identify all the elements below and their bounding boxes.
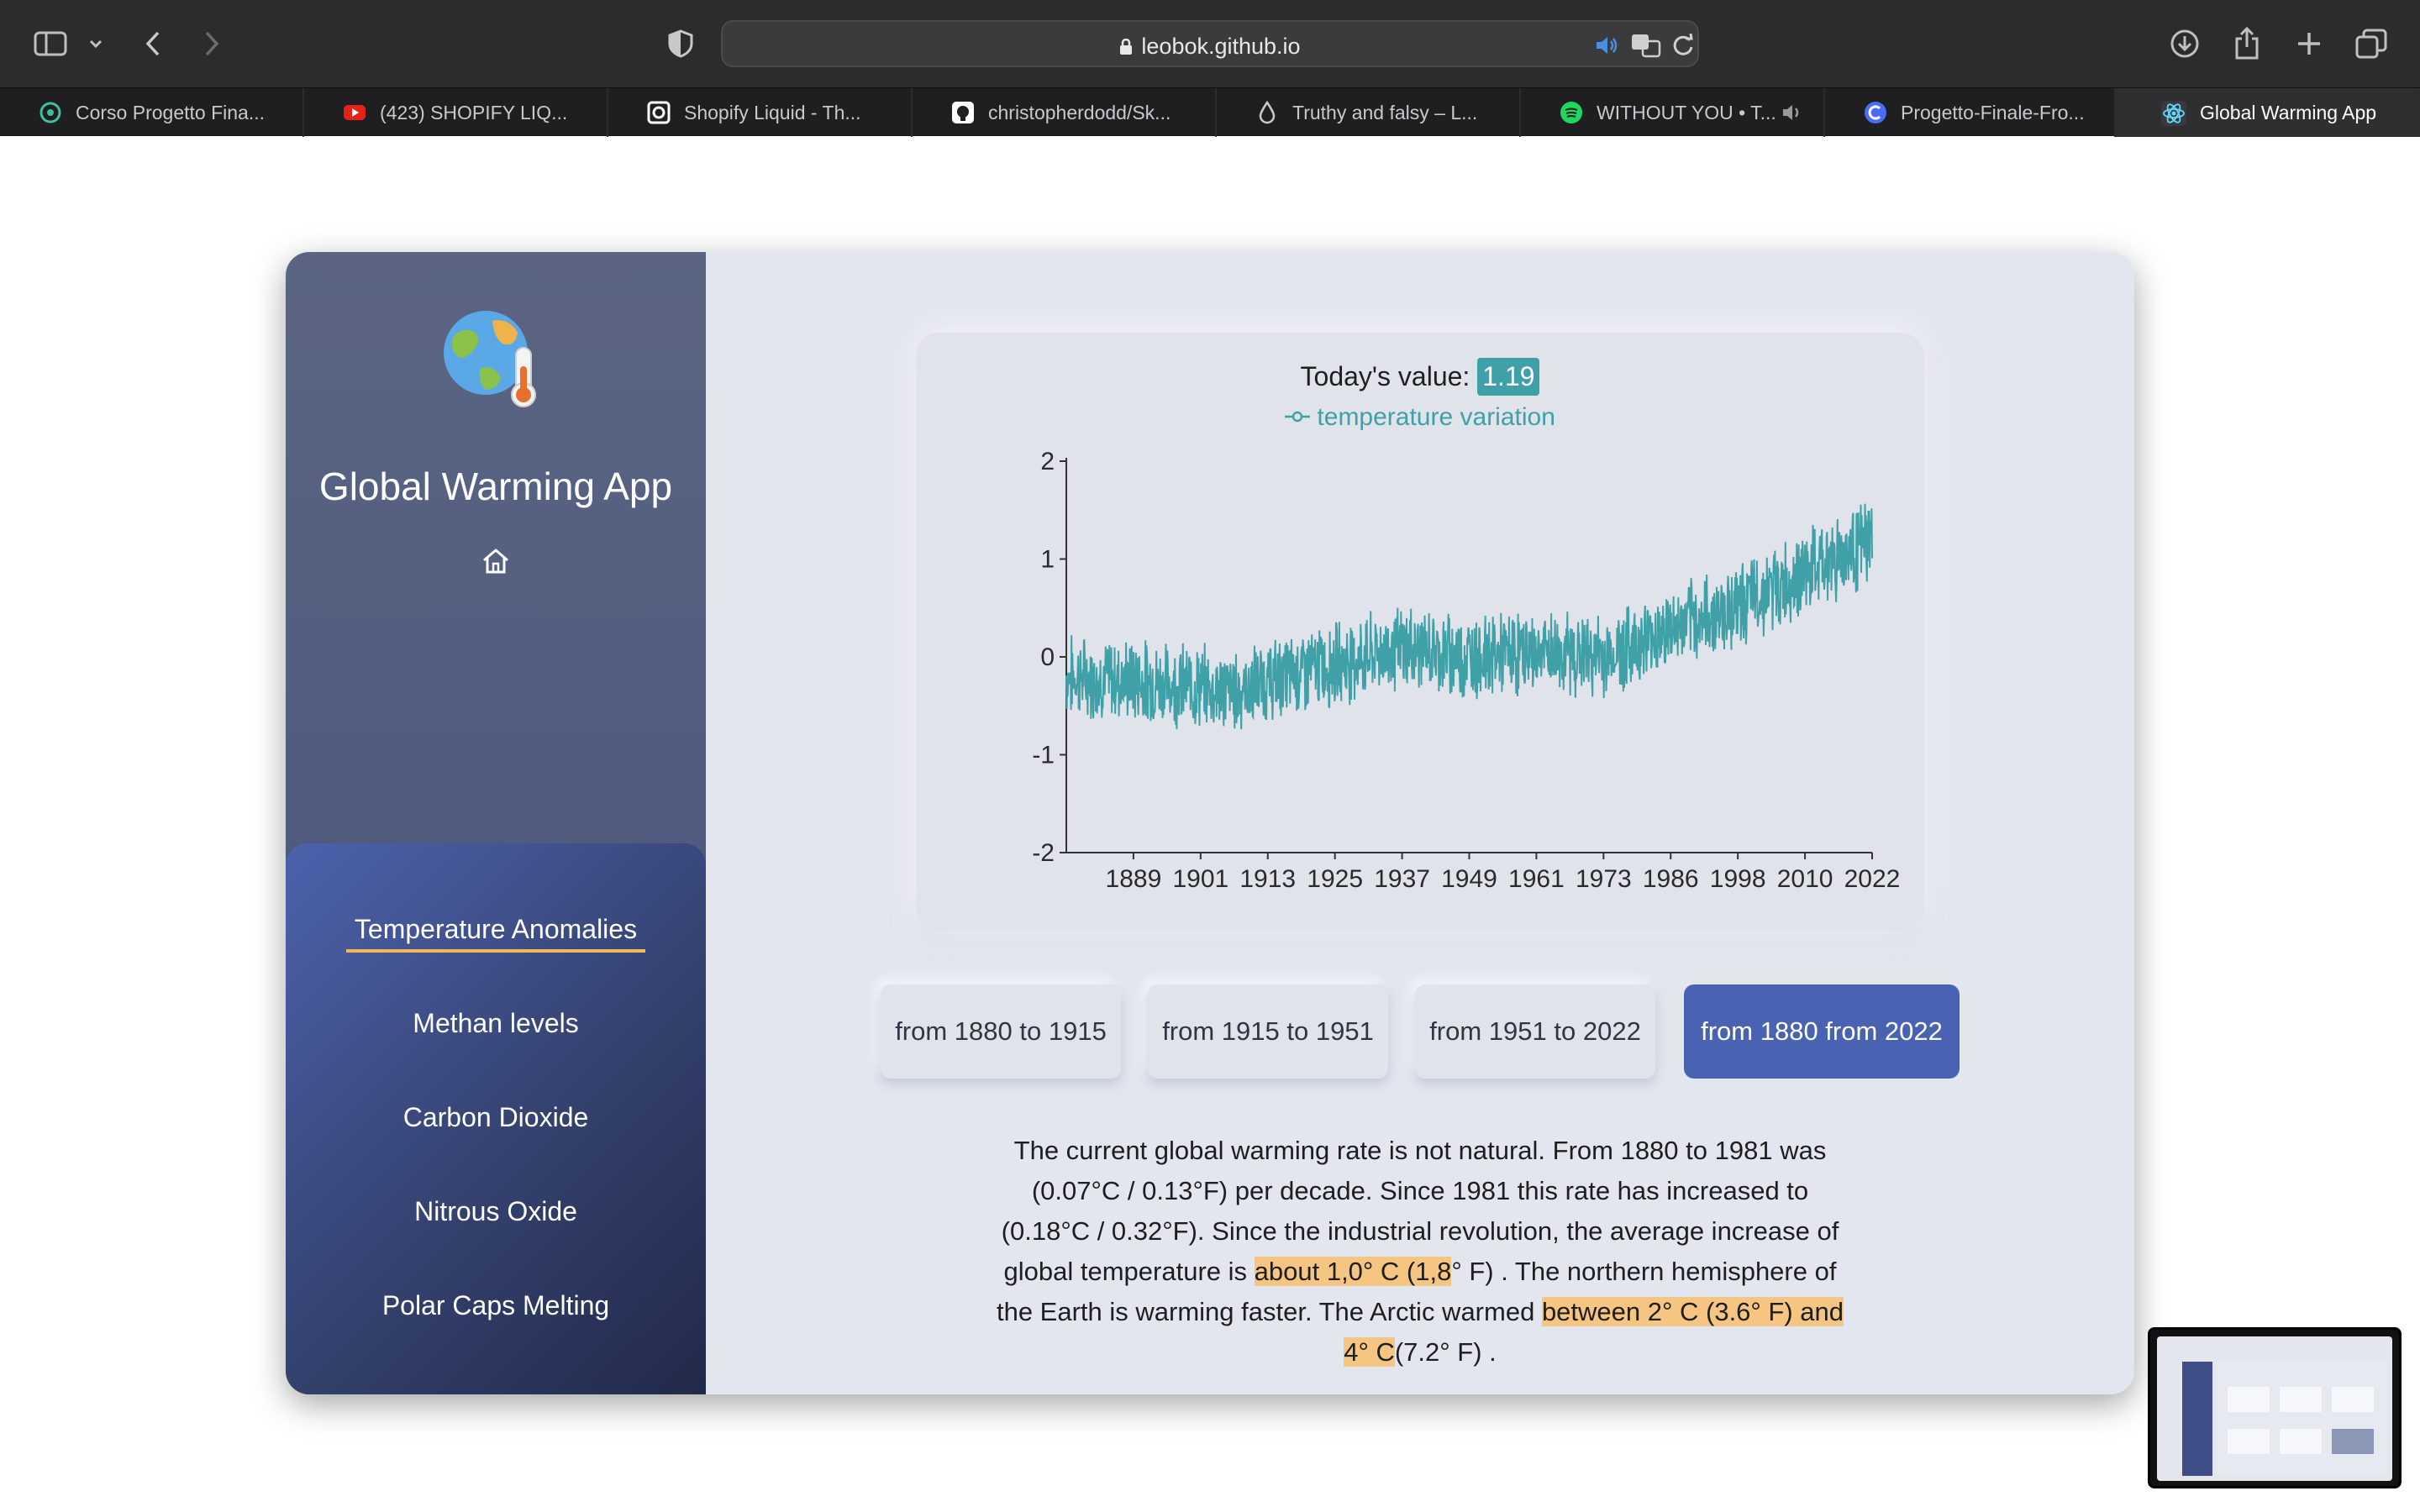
range-1880-1915-button[interactable]: from 1880 to 1915 — [881, 984, 1121, 1079]
drop-icon — [1255, 100, 1279, 124]
nav-nitrous-oxide[interactable]: Nitrous Oxide — [286, 1196, 706, 1227]
tab-overview-icon[interactable] — [2349, 22, 2393, 66]
nav-methan-levels[interactable]: Methan levels — [286, 1008, 706, 1039]
description-part-3: (7.2° F) . — [1394, 1337, 1497, 1367]
x-tick-label: 1998 — [1710, 865, 1766, 893]
sidebar-toggle-icon[interactable] — [29, 22, 72, 66]
x-tick-label: 1925 — [1307, 865, 1363, 893]
temperature-series-line — [1065, 503, 1873, 730]
x-tick-label: 1949 — [1441, 865, 1497, 893]
active-nav-indicator — [346, 949, 645, 953]
nav-temperature-anomalies[interactable]: Temperature Anomalies — [286, 914, 706, 945]
range-1880-2022-button[interactable]: from 1880 from 2022 — [1684, 984, 1960, 1079]
thumbnail-preview — [2157, 1336, 2392, 1481]
privacy-shield-icon[interactable] — [659, 22, 702, 66]
nav-polar-caps-melting[interactable]: Polar Caps Melting — [286, 1290, 706, 1321]
range-1951-2022-button[interactable]: from 1951 to 2022 — [1415, 984, 1655, 1079]
address-bar[interactable]: leobok.github.io — [721, 20, 1699, 67]
app-title: Global Warming App — [318, 465, 673, 508]
x-tick-label: 1973 — [1576, 865, 1632, 893]
new-tab-icon[interactable] — [2287, 22, 2331, 66]
tab-spotify[interactable]: WITHOUT YOU • T... — [1521, 88, 1825, 137]
spotify-icon — [1560, 101, 1583, 124]
react-icon — [2161, 101, 2186, 126]
tab-youtube[interactable]: (423) SHOPIFY LIQ... — [304, 88, 608, 137]
chart-card: Today's value: 1.19 temperature variatio… — [916, 333, 1924, 931]
globe-thermometer-icon — [439, 302, 548, 412]
youtube-icon — [343, 101, 366, 124]
reload-icon[interactable] — [1672, 32, 1694, 59]
swirl-icon — [39, 101, 62, 124]
y-tick-label: 2 — [1040, 448, 1055, 475]
tab-audio-icon[interactable] — [1781, 102, 1805, 128]
tab-truthy-falsy[interactable]: Truthy and falsy – L... — [1217, 88, 1521, 137]
x-tick-label: 2022 — [1844, 865, 1901, 893]
x-tick-label: 2010 — [1777, 865, 1833, 893]
app-window: Global Warming App Temperature Anomalies… — [286, 252, 2134, 1394]
tab-corso-progetto[interactable]: Corso Progetto Fina... — [0, 88, 304, 137]
back-icon[interactable] — [131, 22, 175, 66]
x-tick-label: 1961 — [1508, 865, 1565, 893]
square-o-icon — [647, 101, 671, 124]
y-tick-label: -1 — [1032, 742, 1055, 769]
share-icon[interactable] — [2225, 22, 2269, 66]
tab-bar: Corso Progetto Fina... (423) SHOPIFY LIQ… — [0, 87, 2420, 137]
screenshot-thumbnail[interactable] — [2148, 1327, 2402, 1488]
x-tick-label: 1889 — [1106, 865, 1162, 893]
y-tick-label: -2 — [1032, 839, 1055, 867]
description-text: The current global warming rate is not n… — [992, 1131, 1849, 1373]
home-icon[interactable] — [481, 546, 511, 576]
x-tick-label: 1901 — [1172, 865, 1228, 893]
x-tick-label: 1937 — [1374, 865, 1430, 893]
c-icon — [1864, 101, 1887, 124]
tab-progetto-finale[interactable]: Progetto-Finale-Fro... — [1825, 88, 2116, 137]
chevron-down-icon[interactable] — [81, 22, 111, 66]
tab-github[interactable]: christopherdodd/Sk... — [913, 88, 1217, 137]
forward-icon[interactable] — [190, 22, 234, 66]
lock-icon — [1120, 39, 1133, 55]
range-1915-1951-button[interactable]: from 1915 to 1951 — [1148, 984, 1388, 1079]
download-icon[interactable] — [2163, 22, 2207, 66]
tab-global-warming-app[interactable]: Global Warming App — [2116, 88, 2420, 137]
browser-toolbar: leobok.github.io — [0, 0, 2420, 87]
tab-shopify-liquid[interactable]: Shopify Liquid - Th... — [608, 88, 913, 137]
speaker-icon[interactable] — [1595, 32, 1620, 59]
y-tick-label: 1 — [1040, 546, 1055, 574]
url-text: leobok.github.io — [1141, 34, 1301, 59]
x-tick-label: 1986 — [1643, 865, 1699, 893]
x-tick-label: 1913 — [1239, 865, 1296, 893]
translate-icon[interactable] — [1630, 32, 1662, 59]
github-icon — [951, 101, 975, 124]
y-tick-label: 0 — [1040, 643, 1055, 671]
description-highlight-1: about 1,0° C (1,8 — [1254, 1257, 1452, 1286]
nav-carbon-dioxide[interactable]: Carbon Dioxide — [286, 1102, 706, 1133]
temperature-chart: 2 1 0 -1 -2 1889 1901 1913 1925 1937 1949 1961 1973 1… — [1032, 448, 1901, 893]
